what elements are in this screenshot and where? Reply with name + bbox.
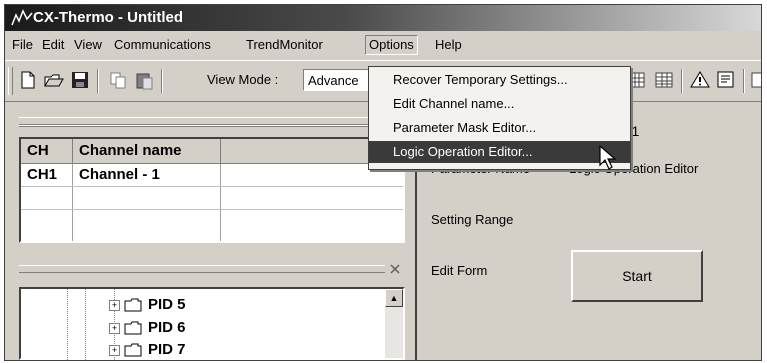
app-window: CX-Thermo - Untitled File Edit View Comm… bbox=[4, 4, 762, 361]
paste-icon[interactable] bbox=[133, 69, 155, 91]
table-icon[interactable] bbox=[653, 69, 675, 91]
table-header-row: CH Channel name bbox=[21, 139, 403, 164]
column-header-channel-name[interactable]: Channel name bbox=[73, 139, 221, 163]
toolbar-more-icon[interactable] bbox=[749, 69, 762, 91]
toolbar-grip[interactable] bbox=[8, 67, 13, 95]
menu-item-logic-operation-editor[interactable]: Logic Operation Editor... bbox=[369, 141, 630, 163]
tree-item-label: PID 7 bbox=[148, 341, 186, 358]
vertical-scrollbar[interactable]: ▲ bbox=[385, 289, 403, 358]
menu-options[interactable]: Options bbox=[365, 35, 418, 55]
table-row-empty bbox=[21, 187, 403, 210]
folder-icon bbox=[124, 321, 142, 335]
view-mode-label: View Mode : bbox=[207, 72, 279, 87]
menu-item-recover-temporary-settings[interactable]: Recover Temporary Settings... bbox=[369, 69, 630, 91]
menu-view[interactable]: View bbox=[71, 36, 105, 54]
menu-communications[interactable]: Communications bbox=[111, 36, 214, 54]
tree-item-label: PID 6 bbox=[148, 319, 186, 336]
close-icon[interactable] bbox=[389, 263, 401, 275]
menu-item-edit-channel-name[interactable]: Edit Channel name... bbox=[369, 93, 630, 115]
panel-grip[interactable] bbox=[19, 117, 405, 125]
column-header-ch[interactable]: CH bbox=[21, 139, 73, 163]
menu-bar: File Edit View Communications TrendMonit… bbox=[5, 33, 761, 57]
mouse-cursor-icon bbox=[599, 145, 617, 170]
table-row[interactable]: CH1 Channel - 1 bbox=[21, 164, 403, 187]
cell-channel-name[interactable]: Channel - 1 bbox=[73, 164, 221, 186]
folder-icon bbox=[124, 343, 142, 357]
scroll-up-button[interactable]: ▲ bbox=[385, 289, 403, 307]
window-title: CX-Thermo - Untitled bbox=[33, 9, 183, 26]
toolbar-separator bbox=[681, 69, 683, 93]
setting-range-label: Setting Range bbox=[431, 212, 514, 227]
start-button[interactable]: Start bbox=[571, 250, 703, 302]
menu-file[interactable]: File bbox=[9, 36, 36, 54]
save-icon[interactable] bbox=[69, 69, 91, 91]
menu-trendmonitor[interactable]: TrendMonitor bbox=[243, 36, 326, 54]
app-icon bbox=[11, 9, 33, 26]
options-dropdown-menu: Recover Temporary Settings... Edit Chann… bbox=[368, 66, 631, 170]
table-row-empty bbox=[21, 210, 403, 241]
menu-item-parameter-mask-editor[interactable]: Parameter Mask Editor... bbox=[369, 117, 630, 139]
expand-icon[interactable]: + bbox=[109, 344, 120, 356]
tree-view: + PID 5 + PID 6 + PID 7 ▲ bbox=[19, 287, 405, 360]
tree-item-pid5[interactable]: + PID 5 bbox=[109, 295, 186, 315]
open-folder-icon[interactable] bbox=[43, 69, 65, 91]
document-settings-icon[interactable] bbox=[715, 69, 737, 91]
new-file-icon[interactable] bbox=[17, 69, 39, 91]
toolbar-separator bbox=[97, 69, 99, 93]
expand-icon[interactable]: + bbox=[109, 299, 120, 311]
copy-icon[interactable] bbox=[107, 69, 129, 91]
panel-grip-line bbox=[19, 125, 405, 127]
toolbar-separator bbox=[743, 69, 745, 93]
title-bar: CX-Thermo - Untitled bbox=[5, 5, 761, 31]
cell-ch: CH1 bbox=[21, 164, 73, 186]
menu-help[interactable]: Help bbox=[432, 36, 465, 54]
toolbar-separator bbox=[161, 69, 163, 93]
channel-table: CH Channel name CH1 Channel - 1 bbox=[19, 137, 405, 243]
warning-icon[interactable] bbox=[689, 69, 711, 91]
folder-icon bbox=[124, 298, 142, 312]
view-mode-select[interactable]: Advance bbox=[303, 69, 373, 91]
tree-item-pid6[interactable]: + PID 6 bbox=[109, 318, 186, 338]
left-pane: CH Channel name CH1 Channel - 1 + PID 5 … bbox=[5, 105, 411, 360]
edit-form-label: Edit Form bbox=[431, 263, 488, 278]
tree-item-pid7[interactable]: + PID 7 bbox=[109, 340, 186, 360]
menu-edit[interactable]: Edit bbox=[39, 36, 67, 54]
panel-grip[interactable] bbox=[19, 265, 385, 273]
tree-item-label: PID 5 bbox=[148, 296, 186, 313]
expand-icon[interactable]: + bbox=[109, 322, 120, 334]
